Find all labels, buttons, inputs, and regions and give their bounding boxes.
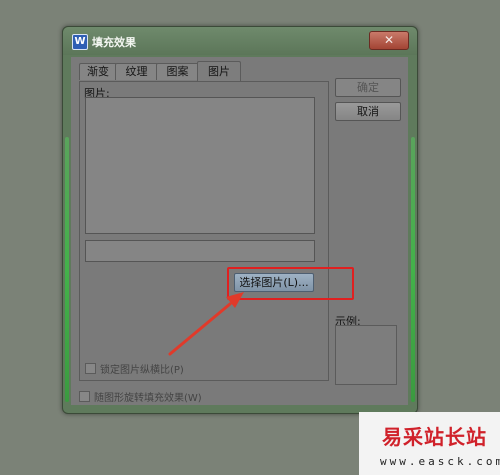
arrow-annotation <box>168 292 244 356</box>
tab-pattern[interactable]: 图案 <box>156 63 199 80</box>
lock-aspect-label: 锁定图片纵横比(P) <box>100 365 184 376</box>
word-app-icon: W <box>72 34 88 50</box>
tab-picture[interactable]: 图片 <box>197 61 241 82</box>
dialog-title: 填充效果 <box>92 36 136 49</box>
rotate-with-shape-label: 随图形旋转填充效果(W) <box>94 393 202 404</box>
picture-preview <box>85 97 315 234</box>
watermark-url: www.easck.com <box>380 455 500 468</box>
title-bar[interactable]: W 填充效果 ✕ <box>63 27 417 55</box>
ok-button[interactable]: 确定 <box>335 78 401 97</box>
watermark-text: 易采站长站 <box>382 425 487 449</box>
lock-aspect-option[interactable]: 锁定图片纵横比(P) <box>85 361 184 376</box>
tab-gradient[interactable]: 渐变 <box>79 63 117 80</box>
picture-path-field <box>85 240 315 262</box>
checkbox-icon[interactable] <box>79 391 90 402</box>
frame-glow-right <box>411 137 415 402</box>
cancel-button[interactable]: 取消 <box>335 102 401 121</box>
rotate-with-shape-option[interactable]: 随图形旋转填充效果(W) <box>79 389 202 404</box>
checkbox-icon[interactable] <box>85 363 96 374</box>
sample-preview <box>335 325 397 385</box>
close-icon: ✕ <box>383 33 395 47</box>
frame-glow-left <box>65 137 69 402</box>
close-button[interactable]: ✕ <box>369 31 409 50</box>
tab-texture[interactable]: 纹理 <box>115 63 158 80</box>
